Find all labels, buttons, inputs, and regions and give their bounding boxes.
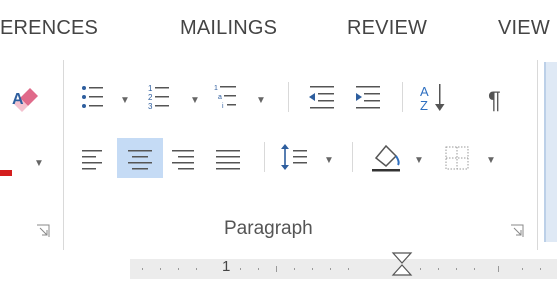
svg-text:2: 2 <box>148 93 153 102</box>
group-separator <box>537 60 538 250</box>
pilcrow-icon: ¶ <box>488 87 501 114</box>
sort-button[interactable]: A Z <box>414 78 454 118</box>
ruler-ticks <box>142 266 541 272</box>
line-spacing-button[interactable] <box>276 138 318 178</box>
increase-indent-button[interactable] <box>350 78 388 118</box>
svg-text:A: A <box>420 84 429 99</box>
font-color-button[interactable] <box>0 158 14 183</box>
align-center-icon <box>128 150 152 170</box>
multilevel-list-icon: 1 a i <box>214 85 236 110</box>
multilevel-list-dropdown-icon[interactable]: ▼ <box>256 95 266 106</box>
borders-dropdown-icon[interactable]: ▼ <box>486 155 496 166</box>
borders-icon <box>445 146 469 170</box>
separator <box>264 142 265 172</box>
dialog-launcher-icon <box>37 224 50 237</box>
justify-icon <box>216 150 240 170</box>
indent-marker[interactable] <box>391 251 413 284</box>
tab-references[interactable]: ERENCES <box>0 17 98 40</box>
decrease-indent-button[interactable] <box>302 78 340 118</box>
line-spacing-icon <box>281 144 307 170</box>
tab-view[interactable]: VIEW <box>498 17 550 40</box>
ruler-number: 1 <box>222 258 231 275</box>
svg-text:A: A <box>12 91 24 108</box>
styles-gallery-edge <box>544 62 557 242</box>
paint-bucket-icon <box>372 144 400 172</box>
svg-text:a: a <box>218 94 222 101</box>
font-color-dropdown-icon[interactable]: ▼ <box>34 158 44 169</box>
align-right-button[interactable] <box>166 138 204 178</box>
numbering-dropdown-icon[interactable]: ▼ <box>190 95 200 106</box>
eraser-icon: A <box>12 88 38 112</box>
show-hide-formatting-button[interactable]: ¶ <box>482 78 518 118</box>
bullets-icon <box>82 86 103 108</box>
shading-dropdown-icon[interactable]: ▼ <box>414 155 424 166</box>
align-left-icon <box>82 150 102 170</box>
dialog-launcher-icon <box>511 224 524 237</box>
svg-text:¶: ¶ <box>488 87 501 114</box>
bullets-dropdown-icon[interactable]: ▼ <box>120 95 130 106</box>
align-right-icon <box>172 150 194 170</box>
font-color-swatch-icon <box>0 170 12 176</box>
align-left-button[interactable] <box>78 138 116 178</box>
decrease-indent-icon <box>309 86 334 109</box>
horizontal-ruler[interactable] <box>130 259 557 279</box>
svg-text:3: 3 <box>148 102 153 111</box>
paragraph-dialog-launcher[interactable] <box>510 224 524 243</box>
borders-button[interactable] <box>438 138 478 178</box>
clear-formatting-button[interactable]: A <box>8 84 48 119</box>
increase-indent-icon <box>356 86 380 109</box>
align-center-button[interactable] <box>117 138 163 178</box>
svg-text:1: 1 <box>214 85 218 92</box>
svg-text:i: i <box>222 103 224 110</box>
tab-mailings[interactable]: MAILINGS <box>180 17 277 40</box>
group-separator <box>63 60 64 250</box>
separator <box>288 82 289 112</box>
svg-text:1: 1 <box>148 84 153 93</box>
bullets-button[interactable] <box>78 78 116 118</box>
font-dialog-launcher[interactable] <box>36 224 50 243</box>
sort-az-icon: A Z <box>420 84 445 113</box>
separator <box>352 142 353 172</box>
svg-text:Z: Z <box>420 98 428 113</box>
separator <box>402 82 403 112</box>
numbering-button[interactable]: 1 2 3 <box>144 78 182 118</box>
line-spacing-dropdown-icon[interactable]: ▼ <box>324 155 334 166</box>
justify-button[interactable] <box>210 138 248 178</box>
paragraph-group-label: Paragraph <box>224 218 313 239</box>
multilevel-list-button[interactable]: 1 a i <box>212 78 250 118</box>
hanging-indent-marker-icon <box>391 252 413 276</box>
shading-button[interactable] <box>366 138 406 178</box>
numbering-icon: 1 2 3 <box>148 84 169 111</box>
tab-review[interactable]: REVIEW <box>347 17 427 40</box>
